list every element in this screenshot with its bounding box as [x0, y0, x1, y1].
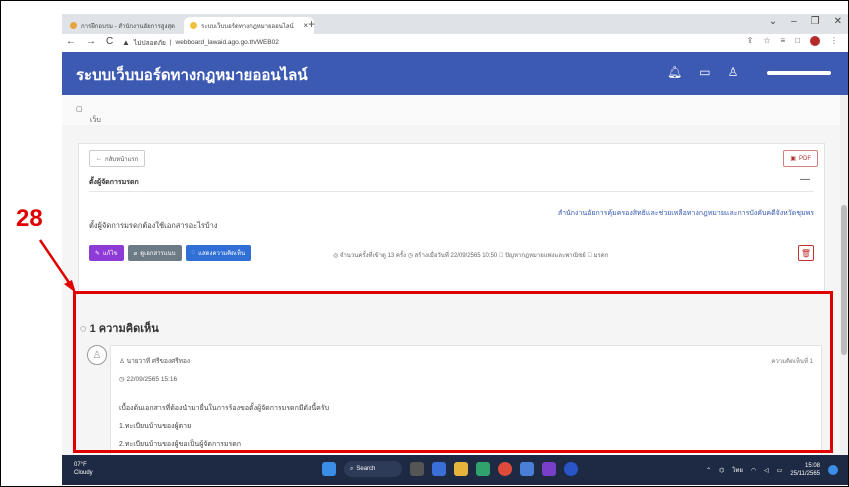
annotation-arrow — [38, 239, 76, 293]
